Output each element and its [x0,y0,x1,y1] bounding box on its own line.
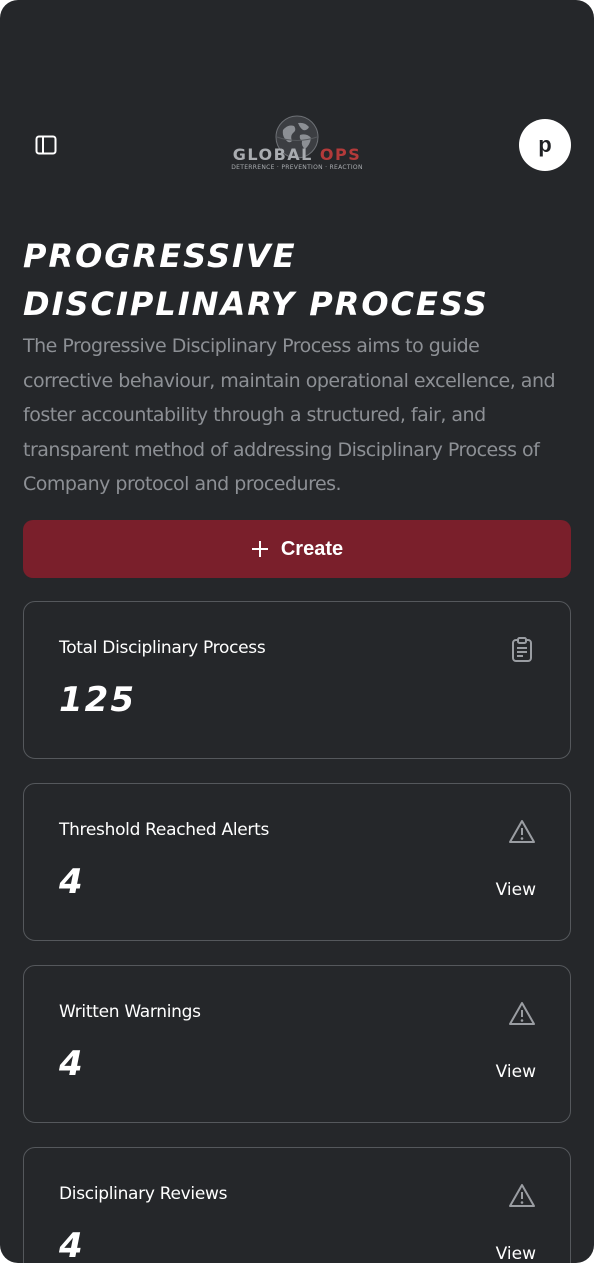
view-link-warnings[interactable]: View [496,1062,536,1082]
stat-label: Threshold Reached Alerts [59,820,270,840]
stat-label: Total Disciplinary Process [59,638,266,658]
view-link-reviews[interactable]: View [496,1244,536,1263]
logo-wordmark: GLOBAL OPS [233,146,362,164]
stat-label: Written Warnings [59,1002,201,1022]
stat-value: 4 [59,1226,85,1263]
stat-label: Disciplinary Reviews [59,1184,228,1204]
sidebar-toggle-button[interactable] [23,122,69,168]
stat-value: 4 [59,862,85,902]
top-bar: GLOBAL OPS DETERRENCE · PREVENTION · REA… [23,114,571,176]
page-description: The Progressive Disciplinary Process aim… [23,335,556,496]
logo-tagline: DETERRENCE · PREVENTION · REACTION [231,164,363,171]
stat-card-threshold: Threshold Reached Alerts 4 View [23,783,571,941]
plus-icon [251,541,268,557]
warning-icon [509,820,535,843]
warning-icon [509,1184,535,1207]
create-button[interactable]: Create [23,520,571,578]
page-title: Progressive Disciplinary Process [23,237,489,323]
warning-icon [509,1002,535,1025]
avatar-initial: p [538,132,552,157]
sidebar-icon [35,135,57,155]
stat-card-written-warnings: Written Warnings 4 View [23,965,571,1123]
logo-word-global: GLOBAL [232,145,320,164]
clipboard-icon [512,637,532,662]
stat-card-disciplinary-reviews: Disciplinary Reviews 4 View [23,1147,571,1263]
global-ops-logo: GLOBAL OPS DETERRENCE · PREVENTION · REA… [221,114,373,176]
stat-card-total: Total Disciplinary Process 125 [23,601,571,759]
stat-value: 4 [59,1044,85,1084]
logo-word-ops: OPS [319,145,362,164]
view-link-threshold[interactable]: View [496,880,536,900]
app-screen: GLOBAL OPS DETERRENCE · PREVENTION · REA… [0,0,594,1263]
create-button-label: Create [280,537,344,560]
stat-value: 125 [59,680,136,720]
user-avatar[interactable]: p [519,119,571,171]
